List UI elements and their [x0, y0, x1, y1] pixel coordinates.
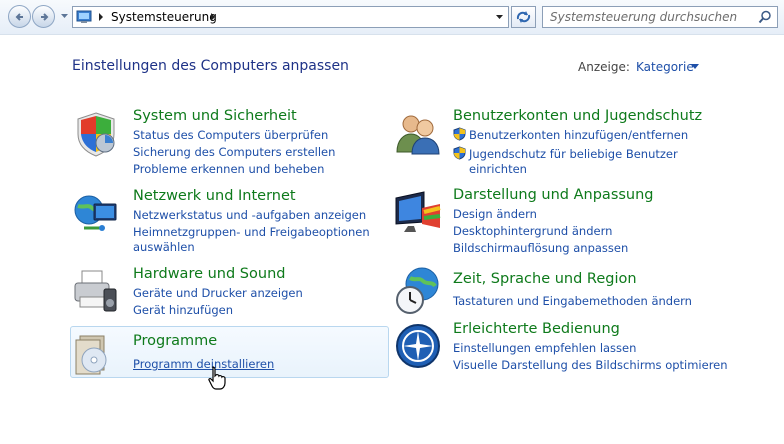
link-optimize-display[interactable]: Visuelle Darstellung des Bildschirms opt…	[453, 358, 728, 372]
back-button[interactable]	[8, 5, 31, 28]
category-title-network-internet[interactable]: Netzwerk und Internet	[133, 188, 296, 204]
page-title: Einstellungen des Computers anpassen	[72, 58, 349, 74]
search-box[interactable]: Systemsteuerung durchsuchen	[542, 6, 778, 28]
category-title-ease-of-access[interactable]: Erleichterte Bedienung	[453, 321, 620, 337]
category-title-appearance[interactable]: Darstellung und Anpassung	[453, 187, 654, 203]
link-devices-printers[interactable]: Geräte und Drucker anzeigen	[133, 286, 303, 300]
forward-arrow-icon	[41, 13, 49, 21]
breadcrumb-separator-icon[interactable]	[99, 13, 103, 21]
category-title-programs[interactable]: Programme	[133, 333, 217, 349]
uac-shield-icon	[453, 146, 466, 160]
category-title-user-accounts[interactable]: Benutzerkonten und Jugendschutz	[453, 108, 702, 124]
link-change-theme[interactable]: Design ändern	[453, 207, 537, 221]
link-homegroup-sharing[interactable]: Heimnetzgruppen- und Freigabeoptionen	[133, 225, 370, 239]
link-homegroup-sharing-cont[interactable]: auswählen	[133, 240, 195, 254]
view-by-dropdown[interactable]: Kategorie	[636, 60, 694, 74]
link-parental-controls-cont[interactable]: einrichten	[469, 162, 527, 176]
forward-button[interactable]	[32, 5, 55, 28]
security-shield-icon[interactable]	[72, 110, 120, 158]
uac-shield-icon	[453, 127, 466, 141]
link-network-status[interactable]: Netzwerkstatus und -aufgaben anzeigen	[133, 208, 366, 222]
link-uninstall-program[interactable]: Programm deinstallieren	[133, 357, 274, 371]
link-add-device[interactable]: Gerät hinzufügen	[133, 303, 233, 317]
link-parental-controls[interactable]: Jugendschutz für beliebige Benutzer	[469, 147, 678, 161]
category-title-system-security[interactable]: System und Sicherheit	[133, 108, 297, 124]
link-adjust-resolution[interactable]: Bildschirmauflösung anpassen	[453, 241, 628, 255]
clock-globe-icon[interactable]	[394, 266, 442, 316]
link-check-computer-status[interactable]: Status des Computers überprüfen	[133, 128, 328, 142]
search-icon[interactable]	[758, 10, 772, 24]
view-by-label: Anzeige:	[578, 60, 630, 74]
history-dropdown-icon[interactable]	[60, 12, 69, 20]
category-title-hardware-sound[interactable]: Hardware und Sound	[133, 266, 285, 282]
address-bar[interactable]: Systemsteuerung	[72, 6, 509, 28]
hand-cursor-icon	[208, 366, 226, 390]
control-panel-icon	[76, 10, 92, 23]
navigation-toolbar: Systemsteuerung Systemsteuerung durchsuc…	[0, 0, 784, 35]
breadcrumb-separator-icon[interactable]	[211, 13, 215, 21]
link-create-backup[interactable]: Sicherung des Computers erstellen	[133, 145, 335, 159]
user-accounts-icon[interactable]	[394, 110, 442, 158]
refresh-icon	[516, 11, 531, 23]
view-by-caret-icon[interactable]	[691, 64, 699, 69]
printer-speaker-icon[interactable]	[72, 267, 120, 315]
link-change-background[interactable]: Desktophintergrund ändern	[453, 224, 612, 238]
link-add-remove-accounts[interactable]: Benutzerkonten hinzufügen/entfernen	[469, 128, 688, 142]
network-globe-icon[interactable]	[72, 190, 120, 238]
refresh-button[interactable]	[511, 6, 536, 28]
breadcrumb-control-panel[interactable]: Systemsteuerung	[111, 10, 217, 24]
search-placeholder[interactable]: Systemsteuerung durchsuchen	[550, 10, 737, 24]
link-recommended-settings[interactable]: Einstellungen empfehlen lassen	[453, 341, 636, 355]
category-title-clock-language-region[interactable]: Zeit, Sprache und Region	[453, 271, 637, 287]
ease-of-access-icon[interactable]	[394, 322, 442, 370]
link-keyboards-input[interactable]: Tastaturen und Eingabemethoden ändern	[453, 294, 692, 308]
programs-box-icon[interactable]	[72, 332, 120, 376]
display-personalization-icon[interactable]	[394, 188, 442, 236]
link-troubleshoot[interactable]: Probleme erkennen und beheben	[133, 162, 324, 176]
back-arrow-icon	[15, 13, 23, 21]
address-dropdown-icon[interactable]	[491, 7, 508, 27]
